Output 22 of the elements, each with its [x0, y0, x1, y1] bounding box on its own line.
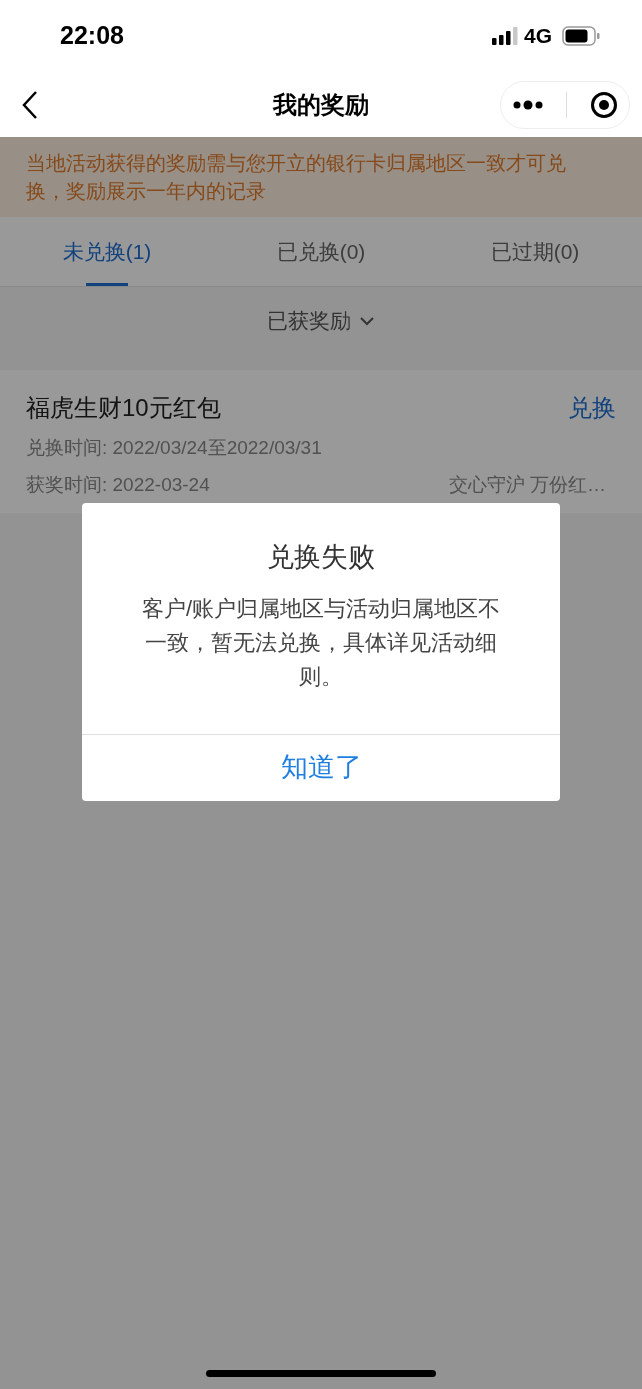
confirm-button[interactable]: 知道了 — [82, 734, 560, 801]
activity-name: 交心守沪 万份红… — [448, 472, 606, 497]
tab[interactable]: 未兑换(1) — [0, 217, 214, 286]
tab[interactable]: 已兑换(0) — [214, 217, 428, 286]
filter-dropdown[interactable]: 已获奖励 — [267, 304, 375, 337]
close-icon[interactable] — [589, 90, 618, 119]
chevron-down-icon — [359, 315, 375, 326]
back-icon[interactable] — [20, 89, 40, 120]
battery-icon — [562, 26, 600, 46]
award-date: 获奖时间: 2022-03-24 — [26, 472, 210, 497]
status-time: 22:08 — [60, 20, 124, 52]
redeem-period: 兑换时间: 2022/03/24至2022/03/31 — [26, 436, 323, 460]
dialog-message: 客户/账户归属地区与活动归属地区不一致，暂无法兑换，具体详见活动细则。 — [140, 594, 502, 691]
tab[interactable]: 已过期(0) — [428, 217, 642, 286]
redeem-link[interactable]: 兑换 — [568, 390, 616, 426]
dialog-title: 兑换失败 — [267, 541, 375, 574]
network-label: 4G — [524, 23, 552, 50]
signal-icon — [492, 27, 518, 45]
notice-text: 当地活动获得的奖励需与您开立的银行卡归属地区一致才可兑换，奖励展示一年内的记录 — [26, 151, 567, 204]
reward-title: 福虎生财10元红包 — [26, 393, 221, 423]
more-icon[interactable] — [512, 99, 543, 110]
page-title: 我的奖励 — [272, 89, 370, 120]
